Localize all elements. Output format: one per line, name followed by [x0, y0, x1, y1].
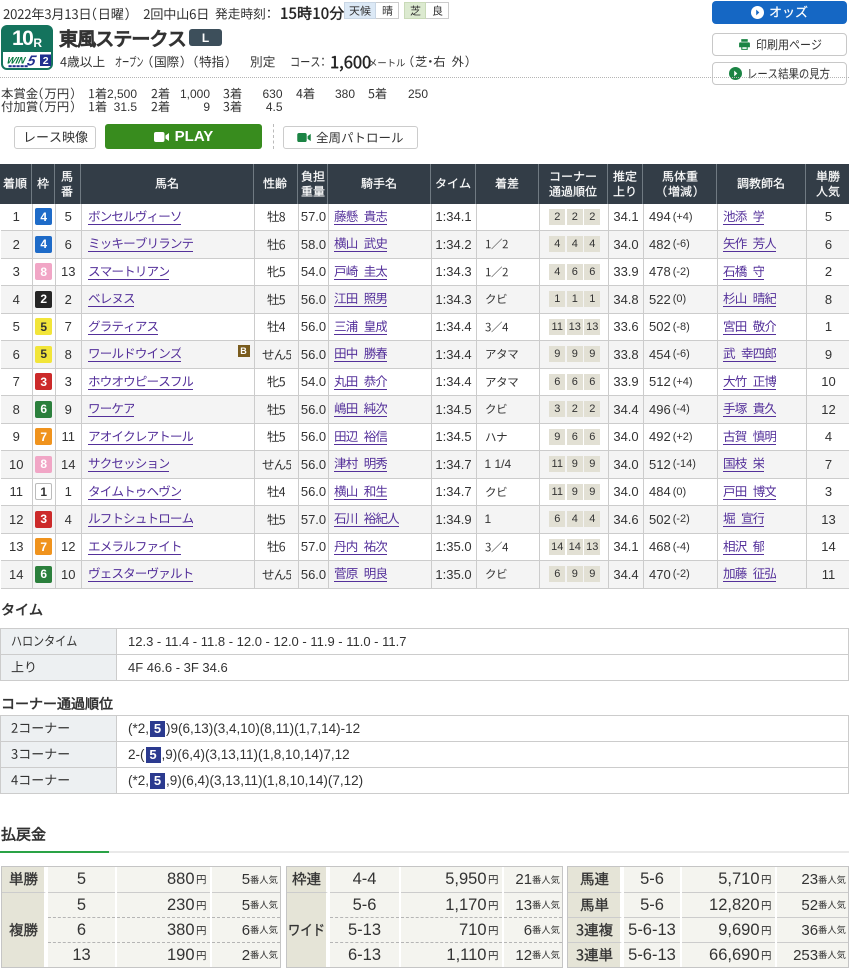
svg-text:WIN: WIN — [5, 55, 27, 66]
svg-text:2: 2 — [42, 55, 48, 67]
